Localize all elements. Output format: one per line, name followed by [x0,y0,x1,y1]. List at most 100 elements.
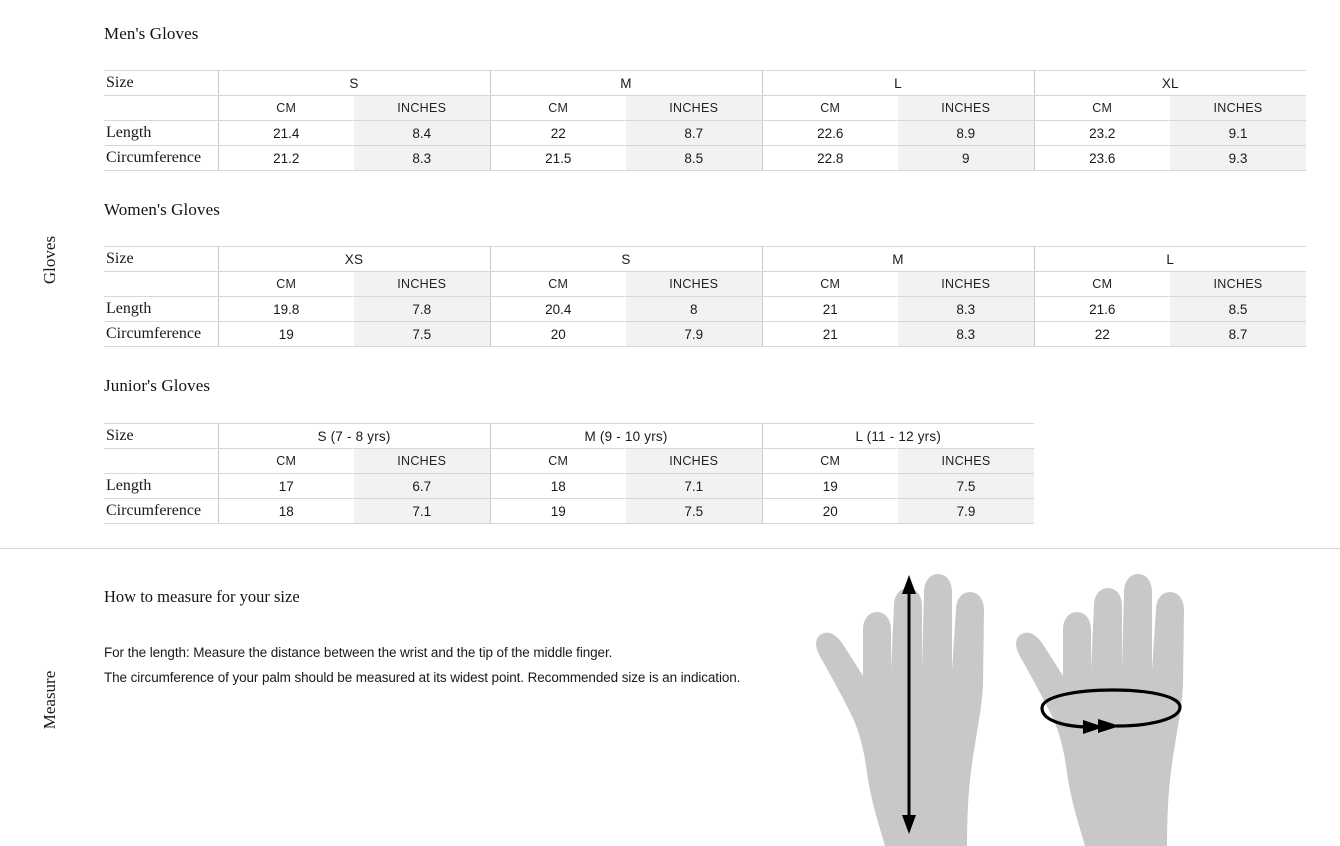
table-row-circumference: Circumference 19 7.5 20 7.9 21 8.3 22 8.7 [104,321,1307,347]
table-row-length: Length 21.4 8.4 22 8.7 22.6 8.9 23.2 9.1 [104,120,1307,146]
cell-length-inches: 7.8 [354,296,491,322]
cell-circumference-inches: 8.5 [626,145,763,171]
cell-circumference-cm: 18 [218,498,354,524]
unit-header-inches: INCHES [354,448,491,474]
cell-circumference-cm: 20 [490,321,627,347]
cell-circumference-cm: 22.8 [762,145,899,171]
cell-length-inches: 6.7 [354,473,491,499]
length-measurement-hand [816,574,984,846]
row-label-circumference: Circumference [104,321,219,347]
measure-instruction-circumference: The circumference of your palm should be… [104,670,741,685]
cell-length-inches: 8.5 [1170,296,1307,322]
size-group-header: S (7 - 8 yrs) [218,423,491,449]
unit-header-cm: CM [490,271,627,297]
row-label-length: Length [104,120,219,146]
size-group-header: S [218,70,491,96]
section-divider [0,548,1340,549]
unit-header-inches: INCHES [626,95,763,121]
cell-circumference-cm: 19 [218,321,354,347]
unit-header-cm: CM [762,95,899,121]
unit-header-inches: INCHES [626,448,763,474]
unit-header-cm: CM [762,448,899,474]
table-row-circumference: Circumference 21.2 8.3 21.5 8.5 22.8 9 23.6 9.3 [104,145,1307,171]
cell-circumference-inches: 7.5 [354,321,491,347]
unit-header-cm: CM [1034,95,1171,121]
unit-header-inches: INCHES [898,271,1035,297]
row-header-size: Size [104,70,219,96]
row-header-size: Size [104,423,219,449]
unit-header-cm: CM [762,271,899,297]
size-group-header: M (9 - 10 yrs) [490,423,763,449]
cell-circumference-inches: 7.9 [626,321,763,347]
cell-length-cm: 22.6 [762,120,899,146]
unit-header-inches: INCHES [898,448,1035,474]
cell-length-cm: 23.2 [1034,120,1171,146]
table-header-row-sizes: Size S (7 - 8 yrs) M (9 - 10 yrs) L (11 - 1… [104,423,1035,449]
section-heading-mens: Men's Gloves [104,24,199,43]
cell-length-cm: 20.4 [490,296,627,322]
cell-length-inches: 8 [626,296,763,322]
size-group-header: XS [218,246,491,272]
cell-circumference-inches: 9.3 [1170,145,1307,171]
cell-circumference-inches: 7.9 [898,498,1035,524]
size-group-header: M [490,70,763,96]
table-header-row-sizes: Size XS S M L [104,246,1307,272]
size-group-header: M [762,246,1035,272]
cell-circumference-inches: 7.1 [354,498,491,524]
left-hand-silhouette [816,574,984,846]
size-group-header: L [1034,246,1307,272]
measure-section-title: How to measure for your size [104,587,300,606]
cell-circumference-inches: 9 [898,145,1035,171]
unit-header-cm: CM [490,95,626,121]
row-header-blank [104,448,219,474]
unit-header-inches: INCHES [354,95,491,121]
cell-circumference-inches: 8.3 [354,145,491,171]
unit-header-inches: INCHES [1170,95,1307,121]
row-label-length: Length [104,473,219,499]
mens-gloves-table: Size S M L XL CM INCHES CM INCHES CM INCHES CM INCHE… [104,70,1307,171]
section-heading-womens: Women's Gloves [104,200,220,219]
cell-circumference-cm: 19 [490,498,627,524]
cell-length-cm: 18 [490,473,627,499]
cell-circumference-inches: 7.5 [626,498,763,524]
cell-circumference-cm: 21.5 [490,145,626,171]
cell-circumference-cm: 23.6 [1034,145,1171,171]
cell-length-inches: 8.7 [626,120,763,146]
unit-header-cm: CM [1034,271,1171,297]
cell-length-inches: 7.1 [626,473,763,499]
hand-measurement-illustration [816,574,1184,846]
cell-length-cm: 21 [762,296,899,322]
table-header-row-units: CM INCHES CM INCHES CM INCHES CM INCHES [104,95,1307,121]
row-header-blank [104,271,219,297]
cell-length-cm: 19 [762,473,899,499]
cell-length-inches: 8.9 [898,120,1035,146]
cell-circumference-inches: 8.3 [898,321,1035,347]
row-header-blank [104,95,219,121]
table-header-row-sizes: Size S M L XL [104,70,1307,96]
cell-length-inches: 8.3 [898,296,1035,322]
section-heading-juniors: Junior's Gloves [104,376,211,395]
circumference-measurement-hand [1016,574,1184,846]
size-group-header: L [762,70,1035,96]
womens-gloves-table: Size XS S M L CM INCHES CM INCHES CM INCHES CM INCHE… [104,246,1307,347]
table-header-row-units: CM INCHES CM INCHES CM INCHES [104,448,1035,474]
unit-header-inches: INCHES [626,271,763,297]
juniors-gloves-table-wrap: Size S (7 - 8 yrs) M (9 - 10 yrs) L (11 - 1… [104,423,1035,524]
size-group-header: XL [1034,70,1307,96]
cell-length-cm: 21.4 [218,120,354,146]
cell-circumference-cm: 22 [1034,321,1171,347]
unit-header-cm: CM [218,95,354,121]
table-header-row-units: CM INCHES CM INCHES CM INCHES CM INCHES [104,271,1307,297]
cell-circumference-inches: 8.7 [1170,321,1307,347]
side-label-gloves: Gloves [40,235,59,285]
measure-instruction-length: For the length: Measure the distance bet… [104,645,613,660]
unit-header-inches: INCHES [354,271,491,297]
row-header-size: Size [104,246,219,272]
unit-header-cm: CM [490,448,627,474]
row-label-length: Length [104,296,219,322]
cell-length-inches: 9.1 [1170,120,1307,146]
cell-length-cm: 22 [490,120,626,146]
unit-header-cm: CM [218,271,354,297]
table-row-length: Length 19.8 7.8 20.4 8 21 8.3 21.6 8.5 [104,296,1307,322]
length-arrow-head-top [902,575,916,594]
